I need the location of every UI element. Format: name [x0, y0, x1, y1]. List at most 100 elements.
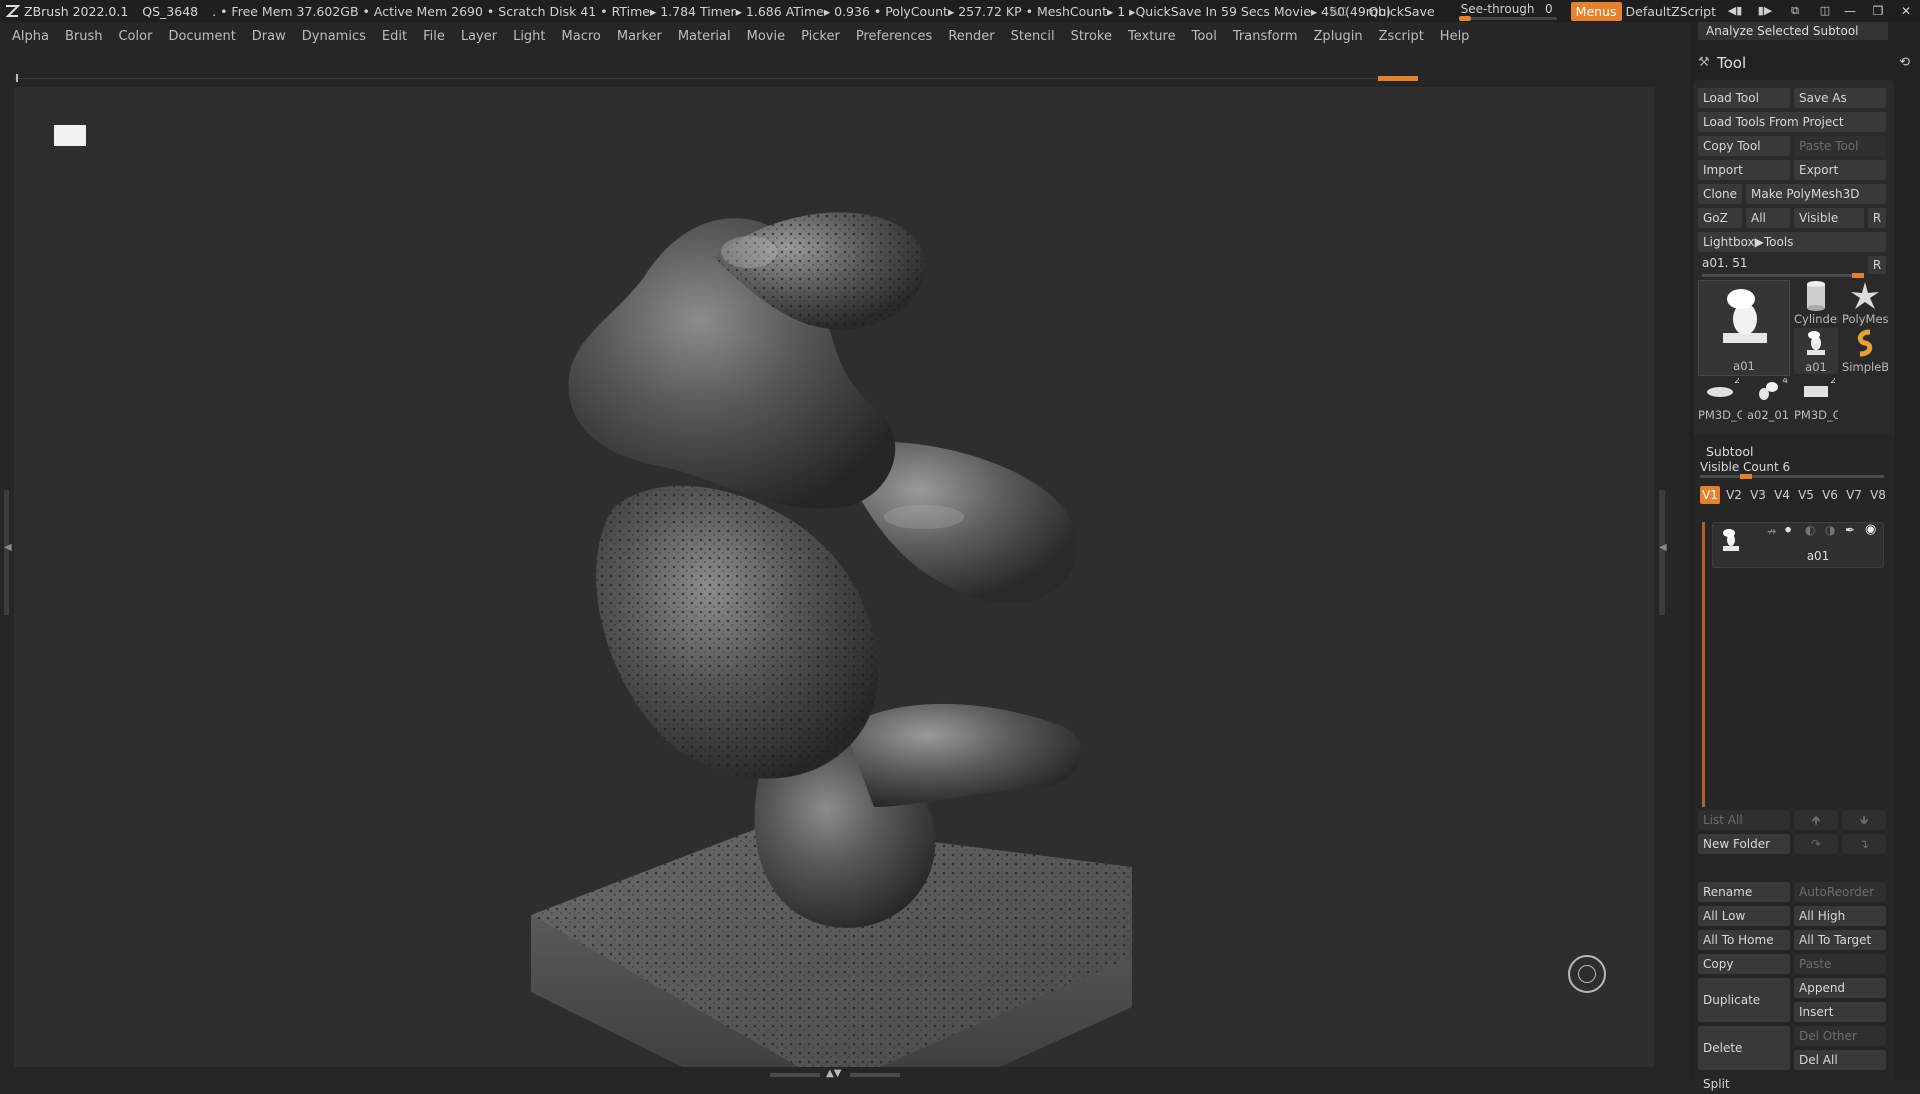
duplicate-button[interactable]: Duplicate: [1698, 978, 1790, 1022]
subtool-title[interactable]: Subtool: [1706, 444, 1753, 459]
subtool-list-item[interactable]: ↛ ⚫ ◐ ◑ ✒ ◉ a01: [1712, 522, 1884, 568]
all-high-button[interactable]: All High: [1794, 906, 1886, 926]
menu-layer[interactable]: Layer: [461, 29, 497, 44]
save-as-button[interactable]: Save As: [1794, 88, 1886, 108]
quicksave-button[interactable]: QuickSave: [1369, 4, 1435, 19]
menu-macro[interactable]: Macro: [562, 29, 601, 44]
make-polymesh3d-button[interactable]: Make PolyMesh3D: [1746, 184, 1886, 204]
tool-thumb-polymesh[interactable]: PolyMes: [1842, 280, 1888, 326]
menu-edit[interactable]: Edit: [382, 29, 407, 44]
menu-material[interactable]: Material: [678, 29, 731, 44]
menu-document[interactable]: Document: [168, 29, 235, 44]
tool-thumb-a01[interactable]: a01: [1698, 280, 1790, 376]
right-tray-handle[interactable]: ◀: [1659, 490, 1667, 615]
close-icon[interactable]: ✕: [1892, 4, 1920, 18]
ui-layout-right-icon[interactable]: ▮▶: [1754, 4, 1776, 18]
import-button[interactable]: Import: [1698, 160, 1790, 180]
tab-v3[interactable]: V3: [1748, 486, 1768, 504]
goz-visible-button[interactable]: Visible: [1794, 208, 1864, 228]
insert-button[interactable]: Insert: [1794, 1002, 1886, 1022]
subtool-eye-icon[interactable]: ◉: [1865, 522, 1876, 537]
menu-picker[interactable]: Picker: [801, 29, 840, 44]
paste-tool-button[interactable]: Paste Tool: [1794, 136, 1886, 156]
tool-thumb-a01-small[interactable]: a01: [1794, 328, 1838, 374]
analyze-subtool-button[interactable]: Analyze Selected Subtool: [1698, 22, 1888, 40]
tool-palette-header[interactable]: ⚒ Tool ⟲: [1690, 54, 1920, 74]
menu-preferences[interactable]: Preferences: [856, 29, 932, 44]
menu-texture[interactable]: Texture: [1128, 29, 1176, 44]
tab-v2[interactable]: V2: [1724, 486, 1744, 504]
folder-down-icon[interactable]: ↴: [1842, 834, 1886, 854]
all-low-button[interactable]: All Low: [1698, 906, 1790, 926]
move-down-icon[interactable]: 🡻: [1842, 810, 1886, 830]
load-tools-from-project-button[interactable]: Load Tools From Project: [1698, 112, 1886, 132]
ui-layout-left-icon[interactable]: ◀▮: [1724, 4, 1746, 18]
goz-r-button[interactable]: R: [1868, 208, 1886, 228]
tool-slider[interactable]: a01. 51 R: [1702, 256, 1886, 278]
swap-ui-icon[interactable]: ⧉: [1784, 4, 1806, 18]
minimize-icon[interactable]: —: [1836, 4, 1864, 18]
navigation-gyro-icon[interactable]: [1568, 955, 1606, 993]
menu-draw[interactable]: Draw: [252, 29, 286, 44]
see-through-slider[interactable]: See-through 0: [1457, 0, 1561, 22]
document-canvas[interactable]: [14, 87, 1654, 1067]
tool-thumb-a02-01[interactable]: 4 a02_01: [1746, 378, 1790, 422]
export-button[interactable]: Export: [1794, 160, 1886, 180]
menu-zscript[interactable]: Zscript: [1379, 29, 1424, 44]
reset-palette-icon[interactable]: ⟲: [1899, 55, 1910, 70]
tool-slider-knob[interactable]: [1852, 273, 1864, 278]
tool-thumb-pm3d-c-2[interactable]: 2 PM3D_C: [1794, 378, 1838, 422]
del-all-button[interactable]: Del All: [1794, 1050, 1886, 1070]
subtool-arrow-icon[interactable]: ↛: [1767, 525, 1776, 538]
goz-all-button[interactable]: All: [1746, 208, 1790, 228]
subtool-list-scrollbar[interactable]: [1702, 522, 1705, 807]
menu-marker[interactable]: Marker: [617, 29, 662, 44]
tab-v8[interactable]: V8: [1868, 486, 1888, 504]
menu-file[interactable]: File: [423, 29, 445, 44]
tab-v5[interactable]: V5: [1796, 486, 1816, 504]
menu-help[interactable]: Help: [1440, 29, 1470, 44]
load-tool-button[interactable]: Load Tool: [1698, 88, 1790, 108]
copy-tool-button[interactable]: Copy Tool: [1698, 136, 1790, 156]
subtool-brush-icon[interactable]: ✒: [1845, 523, 1855, 537]
menu-alpha[interactable]: Alpha: [12, 29, 49, 44]
autoreorder-button[interactable]: AutoReorder: [1794, 882, 1886, 902]
rename-button[interactable]: Rename: [1698, 882, 1790, 902]
visible-count-slider[interactable]: Visible Count 6: [1700, 460, 1886, 479]
menu-color[interactable]: Color: [118, 29, 152, 44]
left-tray-handle[interactable]: ◀: [4, 490, 12, 615]
clone-button[interactable]: Clone: [1698, 184, 1742, 204]
tab-v7[interactable]: V7: [1844, 486, 1864, 504]
tab-v6[interactable]: V6: [1820, 486, 1840, 504]
del-other-button[interactable]: Del Other: [1794, 1026, 1886, 1046]
restore-icon[interactable]: ❐: [1864, 4, 1892, 18]
subtool-material-icon[interactable]: ◐: [1805, 523, 1815, 537]
append-button[interactable]: Append: [1794, 978, 1886, 998]
bottom-tray-handle[interactable]: ▲▼: [770, 1068, 900, 1079]
goz-button[interactable]: GoZ: [1698, 208, 1742, 228]
menus-toggle-button[interactable]: Menus: [1570, 1, 1622, 21]
ac-button[interactable]: AC: [1330, 4, 1347, 19]
split-menu[interactable]: Split: [1698, 1074, 1886, 1094]
subtool-polypaint-icon[interactable]: ⚫: [1783, 523, 1793, 537]
copy-subtool-button[interactable]: Copy: [1698, 954, 1790, 974]
move-up-icon[interactable]: 🡹: [1794, 810, 1838, 830]
default-zscript-button[interactable]: DefaultZScript: [1626, 4, 1717, 19]
folder-up-icon[interactable]: ↷: [1794, 834, 1838, 854]
lightbox-tools-button[interactable]: Lightbox▶Tools: [1698, 232, 1886, 252]
document-corner-icon[interactable]: [54, 125, 86, 146]
menu-brush[interactable]: Brush: [65, 29, 103, 44]
see-through-knob[interactable]: [1458, 16, 1471, 21]
new-folder-button[interactable]: New Folder: [1698, 834, 1790, 854]
visible-count-knob[interactable]: [1740, 474, 1752, 479]
menu-stroke[interactable]: Stroke: [1071, 29, 1112, 44]
custom-ui-icon[interactable]: ◫: [1814, 4, 1836, 18]
all-to-target-button[interactable]: All To Target: [1794, 930, 1886, 950]
delete-button[interactable]: Delete: [1698, 1026, 1790, 1070]
menu-dynamics[interactable]: Dynamics: [302, 29, 366, 44]
tool-thumb-pm3d-c-1[interactable]: 2 PM3D_C: [1698, 378, 1742, 422]
tool-slider-r-button[interactable]: R: [1868, 256, 1886, 274]
tab-v1[interactable]: V1: [1700, 486, 1720, 504]
subtool-dynamics-icon[interactable]: ◑: [1825, 523, 1835, 537]
tab-v4[interactable]: V4: [1772, 486, 1792, 504]
